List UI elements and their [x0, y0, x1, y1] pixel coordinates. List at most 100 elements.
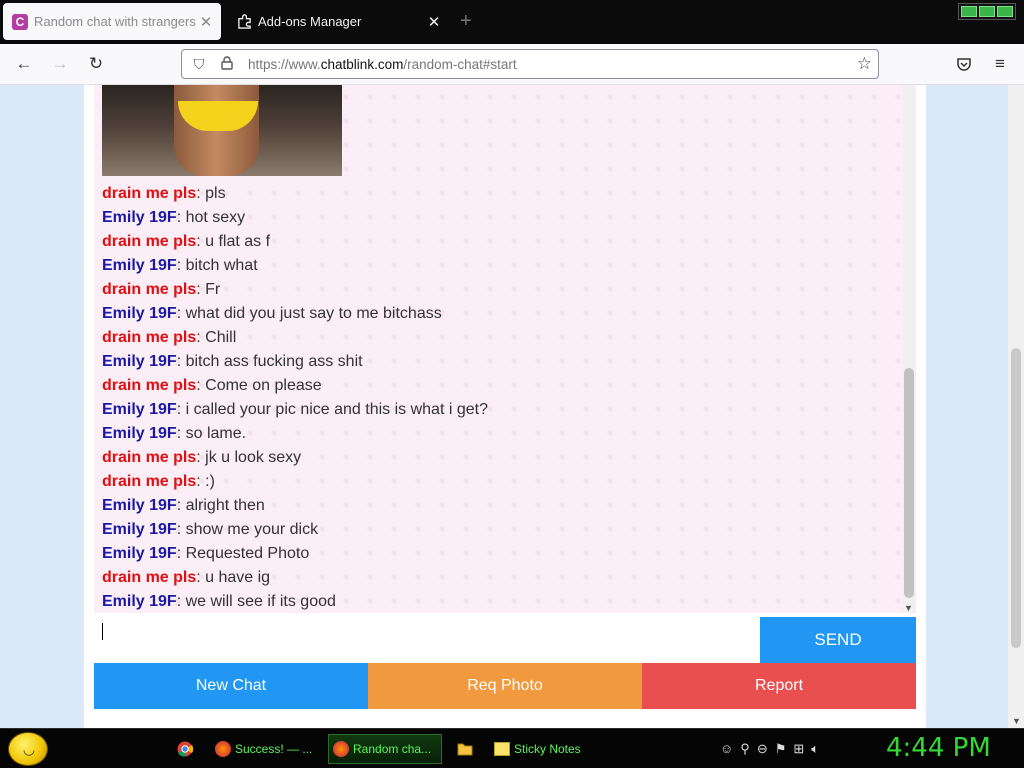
taskbar-item-sticky-notes[interactable]: Sticky Notes [489, 734, 604, 764]
page-scrollbar[interactable]: ▼ [1008, 85, 1024, 728]
message-nick: drain me pls [102, 233, 197, 250]
lock-icon[interactable] [216, 55, 238, 73]
message-text: : bitch what [176, 257, 258, 274]
bookmark-star-icon[interactable]: ☆ [857, 54, 872, 74]
message-text: : i called your pic nice and this is wha… [176, 401, 488, 418]
chat-message: drain me pls: Chill [102, 326, 488, 350]
shield-icon[interactable]: ⛉ [188, 56, 210, 73]
message-nick: drain me pls [102, 185, 197, 202]
shared-photo[interactable] [102, 85, 342, 176]
taskbar-item-random-chat[interactable]: Random cha... [328, 734, 442, 764]
network-icon[interactable]: ⊞ [793, 741, 804, 757]
forward-arrow-icon[interactable]: → [48, 52, 72, 76]
menu-hamburger-icon[interactable]: ≡ [988, 52, 1012, 76]
chat-message: Emily 19F: show me your dick [102, 518, 488, 542]
message-nick: drain me pls [102, 377, 197, 394]
tab-random-chat[interactable]: C Random chat with strangers ✕ [3, 3, 221, 40]
message-nick: Emily 19F [102, 593, 177, 610]
chat-message: Emily 19F: alright then [102, 494, 488, 518]
tab-title: Add-ons Manager [258, 14, 362, 29]
message-text: : :) [196, 473, 215, 490]
message-nick: drain me pls [102, 281, 197, 298]
chat-log[interactable]: drain me pls: pls Emily 19F: hot sexy drai… [94, 85, 902, 613]
scroll-down-icon[interactable]: ▼ [1012, 716, 1021, 726]
message-nick: drain me pls [102, 449, 197, 466]
scroll-down-icon[interactable]: ▼ [904, 603, 913, 613]
message-text: : Chill [196, 329, 237, 346]
message-text: : pls [196, 185, 226, 202]
chat-scrollbar[interactable]: ▼ [902, 85, 916, 613]
chat-message: Emily 19F: i called your pic nice and th… [102, 398, 488, 422]
message-text: : alright then [176, 497, 265, 514]
message-nick: Emily 19F [102, 353, 177, 370]
chat-message: Emily 19F: bitch ass fucking ass shit [102, 350, 488, 374]
message-nick: Emily 19F [102, 521, 177, 538]
tab-strip: C Random chat with strangers ✕ Add-ons M… [0, 0, 1024, 44]
message-text: : show me your dick [176, 521, 319, 538]
chat-message: Emily 19F: hot sexy [102, 206, 488, 230]
report-button[interactable]: Report [642, 663, 916, 709]
message-text: : so lame. [176, 425, 247, 442]
chat-message: drain me pls: u have ig [102, 566, 488, 590]
input-row: SEND [94, 617, 916, 663]
message-nick: Emily 19F [102, 209, 177, 226]
new-chat-button[interactable]: New Chat [94, 663, 368, 709]
reload-icon[interactable]: ↻ [84, 52, 108, 76]
chat-message: Emily 19F: what did you just say to me b… [102, 302, 488, 326]
chrome-icon[interactable] [175, 739, 195, 759]
message-nick: Emily 19F [102, 497, 177, 514]
req-photo-button[interactable]: Req Photo [368, 663, 642, 709]
taskbar: ◡ Success! — ... Random cha... Sticky No… [0, 728, 1024, 768]
puzzle-icon [236, 14, 252, 30]
smiley-icon: ◡ [22, 741, 36, 757]
chat-message-input[interactable] [94, 617, 760, 663]
message-nick: Emily 19F [102, 257, 177, 274]
tab-addons-manager[interactable]: Add-ons Manager ✕ [227, 3, 449, 40]
new-tab-button[interactable]: + [460, 10, 472, 33]
message-text: : Come on please [196, 377, 322, 394]
message-nick: drain me pls [102, 473, 197, 490]
navigation-bar: ← → ↻ ⛉ https://www.chatblink.com/random… [0, 44, 1024, 85]
message-nick: drain me pls [102, 329, 197, 346]
url-text[interactable]: https://www.chatblink.com/random-chat#st… [248, 57, 517, 72]
send-button[interactable]: SEND [760, 617, 916, 663]
taskbar-item-success[interactable]: Success! — ... [210, 734, 322, 764]
firefox-icon [215, 741, 231, 757]
back-arrow-icon[interactable]: ← [12, 52, 36, 76]
message-text: : what did you just say to me bitchass [176, 305, 442, 322]
volume-icon[interactable]: 🔈︎ [811, 741, 819, 757]
text-caret [102, 623, 103, 640]
message-text: : jk u look sexy [196, 449, 302, 466]
clock[interactable]: 4:44 PM [886, 733, 991, 763]
start-button[interactable]: ◡ [8, 732, 48, 766]
chat-message: drain me pls: u flat as f [102, 230, 488, 254]
message-text: : hot sexy [176, 209, 246, 226]
action-buttons: New Chat Req Photo Report [94, 663, 916, 709]
pocket-icon[interactable] [952, 52, 976, 76]
minus-circle-icon[interactable]: ⊖ [757, 741, 768, 757]
message-nick: Emily 19F [102, 425, 177, 442]
tab-title: Random chat with strangers [34, 14, 196, 29]
chat-container: drain me pls: pls Emily 19F: hot sexy drai… [84, 85, 926, 728]
chat-message: drain me pls: pls [102, 182, 488, 206]
folder-icon[interactable] [455, 739, 475, 759]
chat-message: Emily 19F: bitch what [102, 254, 488, 278]
window-controls[interactable] [958, 3, 1016, 20]
message-text: : Fr [196, 281, 221, 298]
message-text: : u flat as f [196, 233, 271, 250]
message-text: : bitch ass fucking ass shit [176, 353, 363, 370]
message-nick: Emily 19F [102, 545, 177, 562]
sticky-notes-icon [494, 742, 510, 756]
close-tab-icon[interactable]: ✕ [425, 13, 443, 31]
smiley-tray-icon[interactable]: ☺ [720, 741, 733, 757]
chat-message: drain me pls: :) [102, 470, 488, 494]
message-text: : we will see if its good [176, 593, 336, 610]
firefox-icon [333, 741, 349, 757]
address-bar[interactable]: ⛉ https://www.chatblink.com/random-chat#… [181, 49, 879, 79]
message-text: : u have ig [196, 569, 271, 586]
chat-message: drain me pls: Come on please [102, 374, 488, 398]
flag-icon[interactable]: ⚑ [775, 741, 787, 757]
close-tab-icon[interactable]: ✕ [197, 13, 215, 31]
search-icon[interactable]: ⚲ [740, 741, 750, 757]
message-nick: Emily 19F [102, 401, 177, 418]
